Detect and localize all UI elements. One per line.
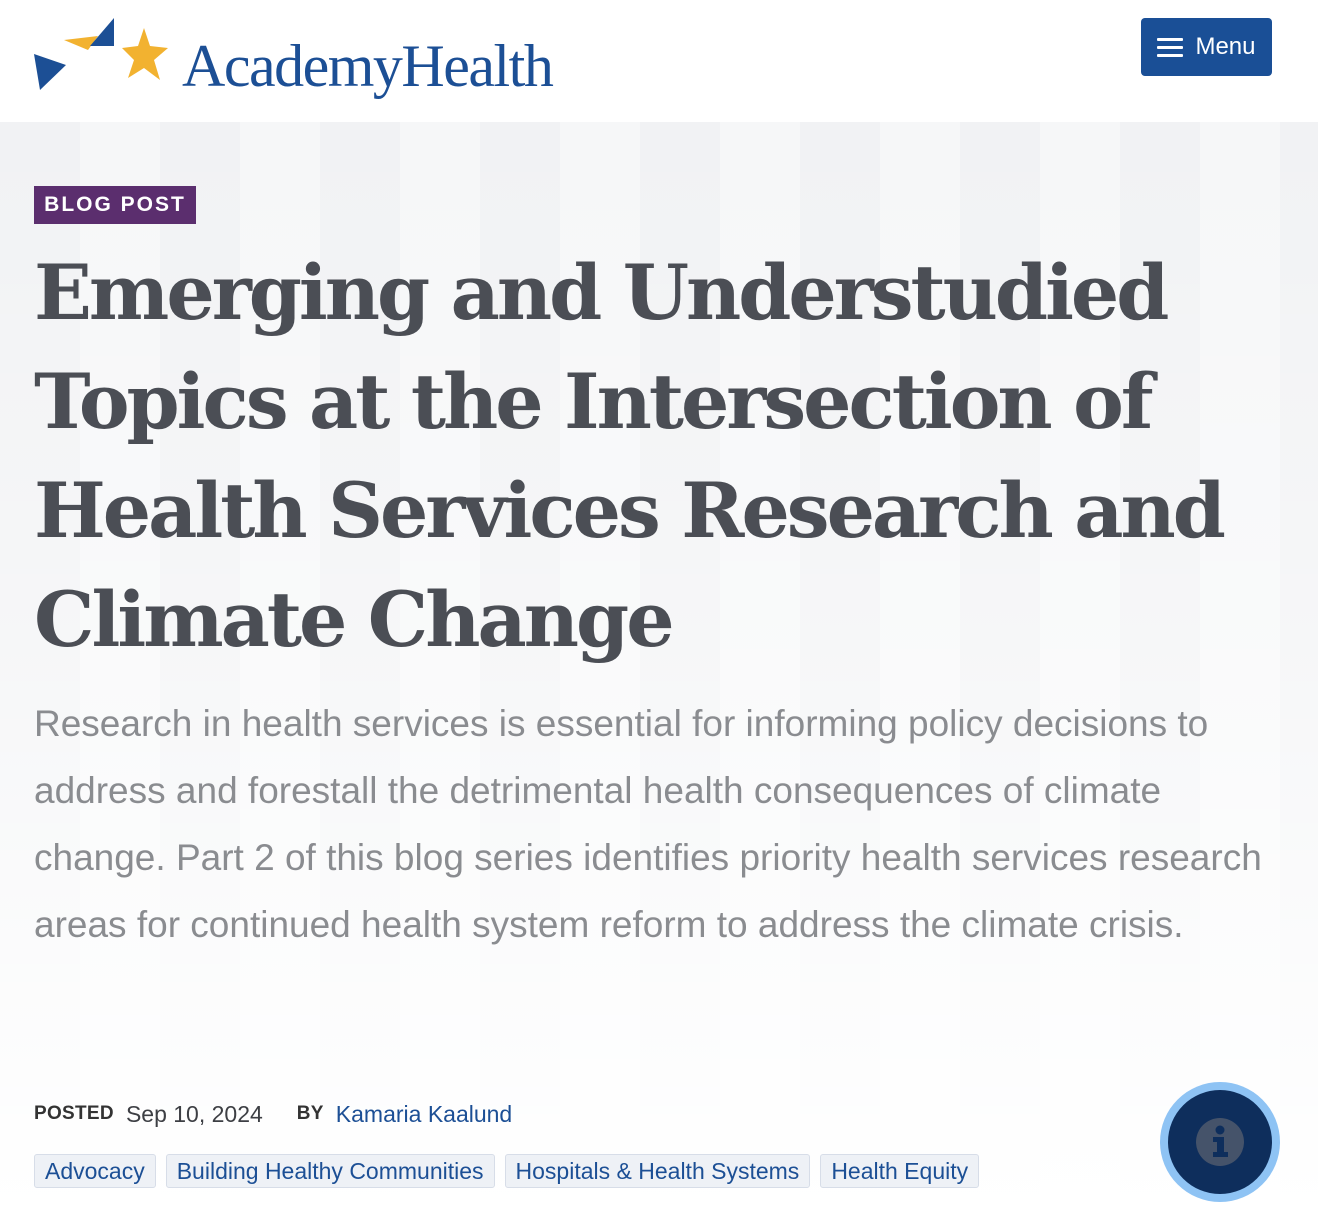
tag-health-equity[interactable]: Health Equity bbox=[820, 1154, 980, 1188]
posted-date: Sep 10, 2024 bbox=[125, 1100, 263, 1127]
content-type-badge: BLOG POST bbox=[34, 186, 196, 224]
tag-advocacy[interactable]: Advocacy bbox=[34, 1154, 156, 1188]
article-summary: Research in health services is essential… bbox=[34, 703, 1262, 945]
article-meta: POSTED Sep 10, 2024 BY Kamaria Kaalund bbox=[34, 1096, 512, 1132]
tag-hospitals-health-systems[interactable]: Hospitals & Health Systems bbox=[504, 1154, 811, 1188]
info-icon bbox=[1196, 1118, 1244, 1166]
logo-wordmark: AcademyHealth bbox=[182, 33, 554, 99]
menu-button[interactable]: Menu bbox=[1141, 18, 1272, 76]
menu-label: Menu bbox=[1195, 33, 1256, 60]
info-button[interactable] bbox=[1160, 1082, 1280, 1202]
site-header: AcademyHealth Menu bbox=[0, 0, 1318, 122]
by-label: BY bbox=[296, 1103, 324, 1124]
author-link[interactable]: Kamaria Kaalund bbox=[336, 1101, 512, 1128]
tag-building-healthy-communities[interactable]: Building Healthy Communities bbox=[165, 1154, 495, 1188]
hamburger-icon bbox=[1157, 37, 1184, 57]
posted-label: POSTED bbox=[34, 1103, 114, 1124]
page-title: Emerging and Understudied Topics at the … bbox=[34, 248, 1226, 664]
academyhealth-logo[interactable]: AcademyHealth bbox=[32, 14, 554, 104]
topic-tags: Advocacy Building Healthy Communities Ho… bbox=[34, 1154, 980, 1188]
logo-mark-icon bbox=[34, 18, 168, 90]
